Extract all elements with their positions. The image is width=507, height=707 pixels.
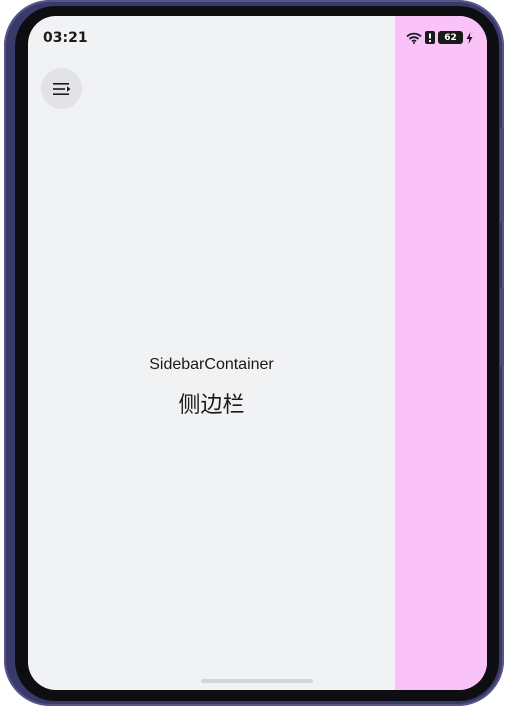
- volume-button: [500, 128, 504, 222]
- home-indicator[interactable]: [201, 679, 313, 683]
- content-subtitle: 侧边栏: [178, 393, 245, 418]
- status-time: 03:21: [43, 30, 88, 46]
- screen: 03:21 62 SidebarContainer 侧边栏: [28, 16, 487, 690]
- alert-icon: [425, 31, 435, 44]
- charging-icon: [466, 31, 473, 44]
- sidebar-panel[interactable]: [395, 16, 487, 690]
- status-icons: 62: [406, 31, 473, 44]
- battery-level: 62: [444, 32, 457, 43]
- content-title: SidebarContainer: [149, 356, 274, 373]
- sidebar-toggle-icon: [52, 82, 70, 95]
- power-button: [500, 288, 504, 366]
- sidebar-toggle-button[interactable]: [41, 68, 82, 109]
- wifi-icon: [406, 32, 422, 44]
- status-bar: 03:21 62: [28, 16, 487, 56]
- battery-icon: 62: [438, 31, 463, 44]
